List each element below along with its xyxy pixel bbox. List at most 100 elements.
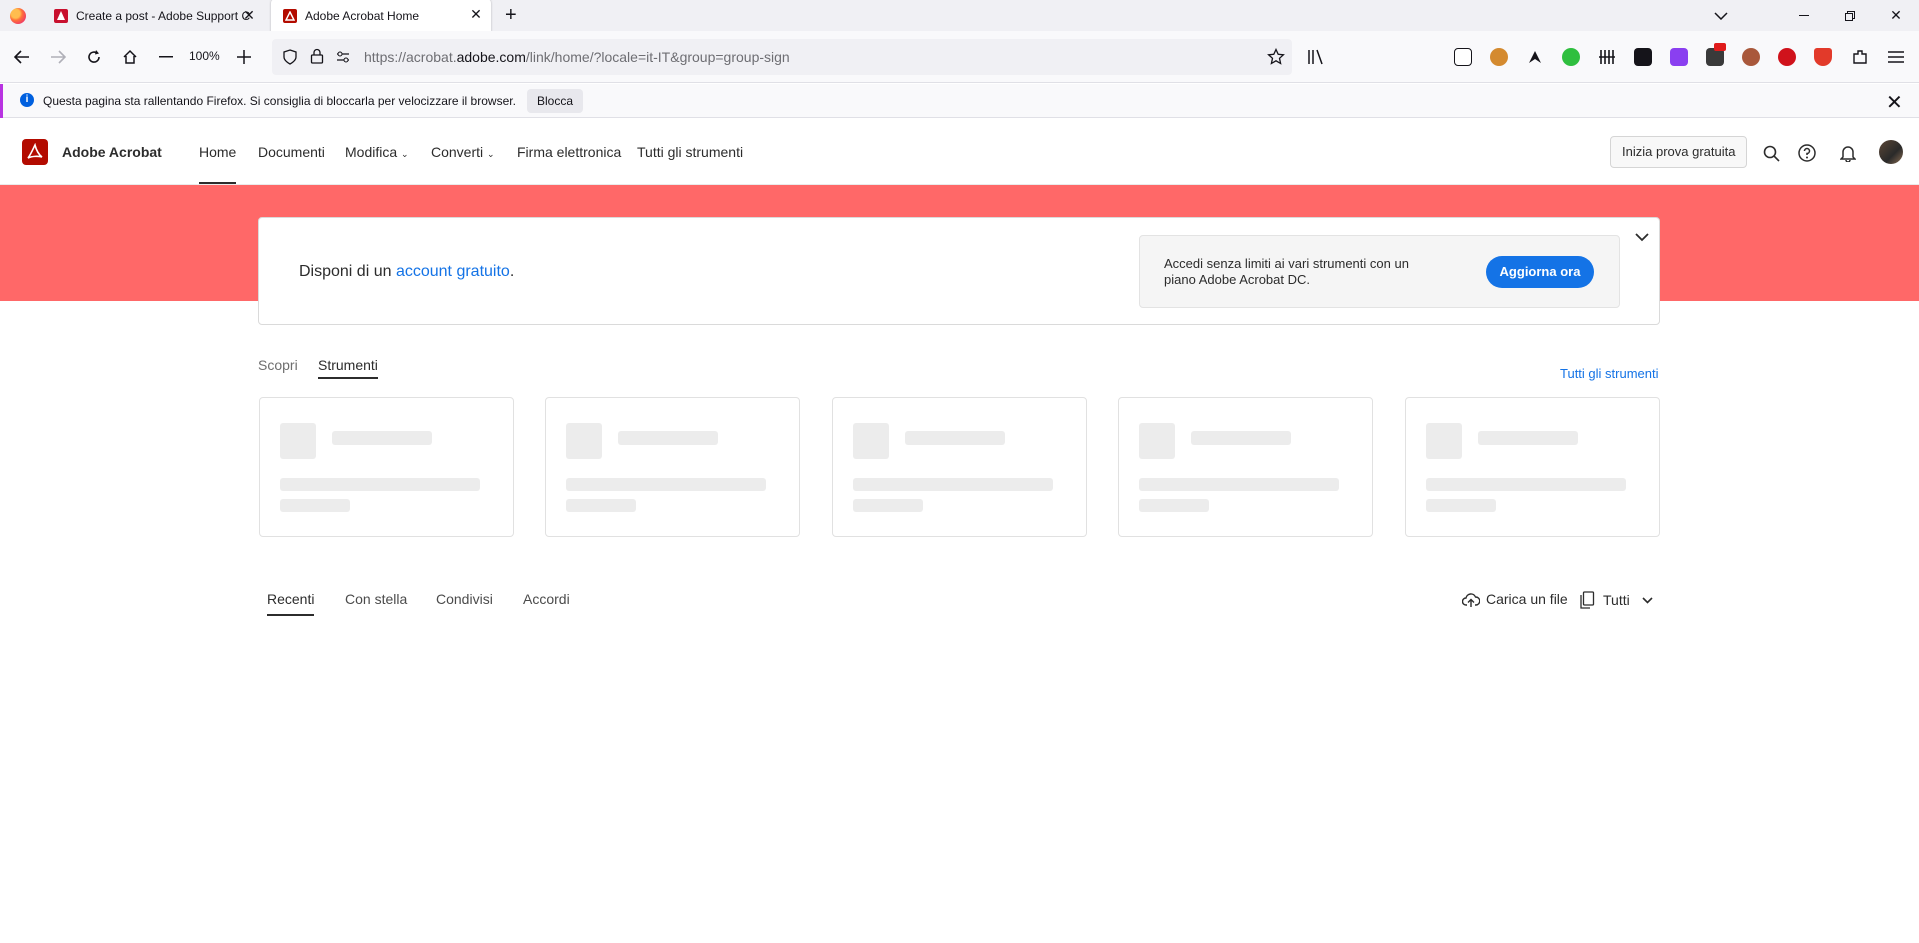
extension-snowflake-icon[interactable] xyxy=(1670,48,1688,66)
collapse-chevron-icon[interactable] xyxy=(1633,228,1651,246)
nav-documenti[interactable]: Documenti xyxy=(258,144,325,160)
hamburger-menu-icon[interactable] xyxy=(1884,45,1908,69)
user-avatar[interactable] xyxy=(1879,140,1903,164)
chevron-down-icon xyxy=(1642,597,1653,604)
close-tab-icon[interactable]: ✕ xyxy=(469,7,483,21)
library-icon[interactable] xyxy=(1304,45,1328,69)
lock-icon[interactable] xyxy=(310,48,324,64)
close-notification-icon[interactable]: ✕ xyxy=(1886,90,1903,115)
skeleton-title xyxy=(332,431,432,445)
extension-cookie-icon[interactable] xyxy=(1742,48,1760,66)
nav-tutti-gli-strumenti[interactable]: Tutti gli strumenti xyxy=(637,144,743,160)
home-icon[interactable] xyxy=(118,45,142,69)
skeleton-line xyxy=(1426,499,1496,512)
skeleton-line xyxy=(280,478,480,491)
extension-power-icon[interactable] xyxy=(1562,48,1580,66)
zoom-in-icon[interactable] xyxy=(232,45,256,69)
url-text[interactable]: https://acrobat.adobe.com/link/home/?loc… xyxy=(364,49,790,65)
notifications-bell-icon[interactable] xyxy=(1838,143,1858,163)
upgrade-text: Accedi senza limiti ai vari strumenti co… xyxy=(1164,256,1409,287)
back-icon[interactable] xyxy=(10,45,34,69)
close-window-icon[interactable]: ✕ xyxy=(1873,0,1919,31)
tracking-protection-shield-icon[interactable] xyxy=(282,49,298,65)
account-status-prefix: Disponi di un xyxy=(299,263,396,280)
tool-card-loading[interactable] xyxy=(259,397,514,537)
extension-shield-icon[interactable] xyxy=(1814,48,1832,66)
firefox-menu-icon[interactable] xyxy=(10,8,26,24)
bookmark-star-icon[interactable] xyxy=(1267,48,1285,66)
skeleton-line xyxy=(566,499,636,512)
skeleton-line xyxy=(853,499,923,512)
notification-badge xyxy=(1714,43,1726,51)
skeleton-icon xyxy=(853,423,889,459)
url-path: /link/home/?locale=it-IT&group=group-sig… xyxy=(525,49,790,65)
slow-page-notification: i Questa pagina sta rallentando Firefox.… xyxy=(0,84,1919,118)
extension-bird-icon[interactable] xyxy=(1526,48,1544,66)
nav-converti[interactable]: Converti ⌄ xyxy=(431,144,495,160)
extension-g-icon[interactable] xyxy=(1634,48,1652,66)
app-name[interactable]: Adobe Acrobat xyxy=(62,144,162,160)
upload-file-button[interactable]: Carica un file xyxy=(1461,591,1568,608)
skeleton-icon xyxy=(1426,423,1462,459)
tab-scopri[interactable]: Scopri xyxy=(258,357,298,373)
skeleton-icon xyxy=(566,423,602,459)
info-icon: i xyxy=(20,93,34,107)
free-trial-button[interactable]: Inizia prova gratuita xyxy=(1610,136,1748,168)
zoom-level[interactable]: 100% xyxy=(189,49,220,63)
acrobat-logo-icon[interactable] xyxy=(22,139,48,165)
browser-tab-adobe-support[interactable]: Create a post - Adobe Support C ✕ xyxy=(42,0,264,31)
tool-card-loading[interactable] xyxy=(1118,397,1373,537)
block-button[interactable]: Blocca xyxy=(527,89,584,113)
tab-accordi[interactable]: Accordi xyxy=(523,591,570,607)
tab-recenti[interactable]: Recenti xyxy=(267,591,315,616)
zoom-out-icon[interactable] xyxy=(154,45,178,69)
nav-firma-elettronica[interactable]: Firma elettronica xyxy=(517,144,621,160)
nav-converti-label: Converti xyxy=(431,144,484,160)
file-filter-dropdown[interactable]: Tutti xyxy=(1579,591,1653,609)
search-icon[interactable] xyxy=(1761,143,1781,163)
address-bar[interactable]: https://acrobat.adobe.com/link/home/?loc… xyxy=(272,39,1292,75)
tab-condivisi[interactable]: Condivisi xyxy=(436,591,493,607)
browser-tab-strip: Create a post - Adobe Support C ✕ Adobe … xyxy=(0,0,1919,32)
all-tools-link[interactable]: Tutti gli strumenti xyxy=(1560,366,1659,381)
extension-fox-icon[interactable] xyxy=(1490,48,1508,66)
minimize-icon[interactable] xyxy=(1781,0,1827,31)
tool-card-loading[interactable] xyxy=(1405,397,1660,537)
skeleton-title xyxy=(1191,431,1291,445)
permissions-icon[interactable] xyxy=(336,50,350,64)
list-all-tabs-icon[interactable] xyxy=(1698,0,1744,31)
new-tab-icon[interactable]: + xyxy=(505,5,517,25)
tool-card-loading[interactable] xyxy=(545,397,800,537)
account-status-text: Disponi di un account gratuito. xyxy=(299,263,514,281)
pocket-icon[interactable] xyxy=(1454,48,1472,66)
extension-badge-icon[interactable] xyxy=(1706,43,1726,66)
forward-icon[interactable] xyxy=(46,45,70,69)
skeleton-icon xyxy=(1139,423,1175,459)
tab-con-stella[interactable]: Con stella xyxy=(345,591,407,607)
browser-tab-acrobat-home[interactable]: Adobe Acrobat Home ✕ xyxy=(271,0,491,32)
extension-record-icon[interactable] xyxy=(1778,48,1796,66)
free-account-link[interactable]: account gratuito xyxy=(396,263,510,280)
reload-icon[interactable] xyxy=(82,45,106,69)
restore-icon[interactable] xyxy=(1827,0,1873,31)
skeleton-line xyxy=(1426,478,1626,491)
skeleton-line xyxy=(280,499,350,512)
nav-modifica-label: Modifica xyxy=(345,144,398,160)
skeleton-line xyxy=(566,478,766,491)
tab-title: Adobe Acrobat Home xyxy=(305,8,420,23)
tab-title: Create a post - Adobe Support C xyxy=(76,8,251,23)
upload-file-label: Carica un file xyxy=(1486,591,1568,607)
nav-modifica[interactable]: Modifica ⌄ xyxy=(345,144,409,160)
nav-home[interactable]: Home xyxy=(199,144,237,184)
file-filter-label: Tutti xyxy=(1603,592,1630,608)
extensions-puzzle-icon[interactable] xyxy=(1848,45,1872,69)
cloud-upload-icon xyxy=(1461,593,1481,607)
upgrade-now-button[interactable]: Aggiorna ora xyxy=(1486,256,1594,288)
help-icon[interactable] xyxy=(1797,143,1817,163)
tab-strumenti[interactable]: Strumenti xyxy=(318,357,378,379)
close-tab-icon[interactable]: ✕ xyxy=(242,8,256,22)
extension-grid-icon[interactable] xyxy=(1598,48,1616,66)
tool-card-loading[interactable] xyxy=(832,397,1087,537)
chevron-down-icon: ⌄ xyxy=(401,149,409,159)
skeleton-title xyxy=(1478,431,1578,445)
